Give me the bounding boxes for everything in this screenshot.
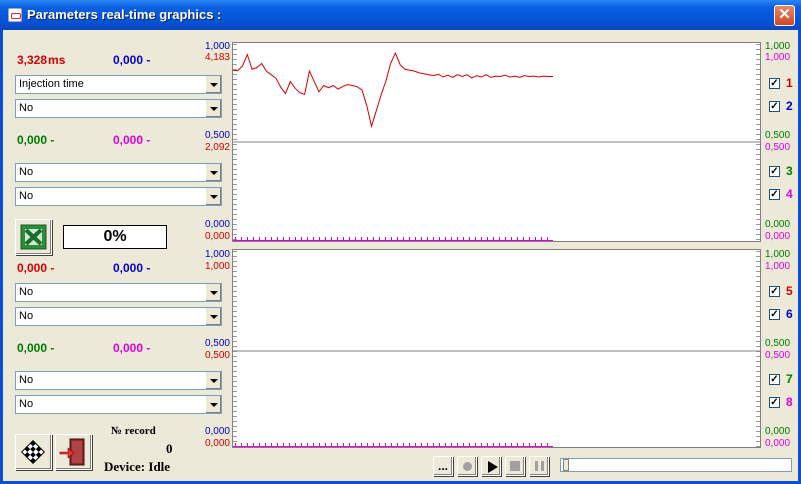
channel-7-number: 7 bbox=[786, 372, 793, 386]
channel-4-select[interactable]: No bbox=[15, 187, 222, 206]
chevron-down-icon[interactable] bbox=[205, 164, 221, 181]
channel-5-select[interactable]: No bbox=[15, 283, 222, 302]
channel-5-number: 5 bbox=[786, 284, 793, 298]
chevron-down-icon[interactable] bbox=[205, 396, 221, 413]
record-label: № record bbox=[111, 425, 156, 437]
series-injection-time-line bbox=[232, 51, 553, 129]
record-value: 0 bbox=[166, 441, 173, 456]
plot2-left-blue-bot: 0,000 bbox=[204, 426, 230, 437]
plot1-right-mag-bot: 0,000 bbox=[765, 231, 791, 242]
stop-icon bbox=[510, 461, 520, 471]
client-area: 3,328ms 0,000 - Injection time No 0,000 … bbox=[3, 30, 798, 481]
chevron-down-icon[interactable] bbox=[205, 308, 221, 325]
timeline-slider[interactable] bbox=[560, 458, 792, 472]
play-icon bbox=[488, 461, 498, 473]
channel-6-checkbox[interactable]: ✓ bbox=[769, 309, 780, 320]
stop-button[interactable] bbox=[505, 456, 525, 476]
excel-export-button[interactable] bbox=[15, 219, 52, 255]
chevron-down-icon[interactable] bbox=[205, 100, 221, 117]
plot1-left-blue-top: 1,000 bbox=[204, 41, 230, 52]
chevron-down-icon[interactable] bbox=[205, 372, 221, 389]
channel-4-number: 4 bbox=[786, 187, 793, 201]
pause-icon bbox=[535, 461, 538, 471]
plot2-left-red-mid: 0,500 bbox=[204, 350, 230, 361]
exit-door-icon bbox=[59, 438, 85, 466]
channel-2-number: 2 bbox=[786, 99, 793, 113]
chevron-down-icon[interactable] bbox=[205, 76, 221, 93]
plot2-right-mag-top: 1,000 bbox=[765, 261, 791, 272]
plot-lower[interactable] bbox=[232, 249, 761, 448]
channel-8-select[interactable]: No bbox=[15, 395, 222, 414]
channel-1-value: 3,328ms bbox=[17, 53, 66, 67]
channel-7-select[interactable]: No bbox=[15, 371, 222, 390]
title-bar[interactable]: Parameters real-time graphics : ✕ bbox=[0, 0, 801, 30]
plot2-left-red-top: 1,000 bbox=[204, 261, 230, 272]
channel-1-checkbox[interactable]: ✓ bbox=[769, 78, 780, 89]
app-icon bbox=[8, 8, 22, 22]
parameters-window: Parameters real-time graphics : ✕ 3,328m… bbox=[0, 0, 801, 484]
channel-4-value: 0,000 - bbox=[113, 133, 151, 147]
record-button[interactable] bbox=[457, 456, 477, 476]
channel-3-value: 0,000 - bbox=[17, 133, 55, 147]
channel-3-number: 3 bbox=[786, 164, 793, 178]
chevron-down-icon[interactable] bbox=[205, 284, 221, 301]
plot2-left-blue-top: 1,000 bbox=[204, 249, 230, 260]
channel-7-value: 0,000 - bbox=[17, 341, 55, 355]
plot2-right-mag-bot: 0,000 bbox=[765, 438, 791, 449]
plot1-left-red-mid: 2,092 bbox=[204, 142, 230, 153]
channel-8-number: 8 bbox=[786, 395, 793, 409]
chevron-down-icon[interactable] bbox=[205, 188, 221, 205]
plot2-right-green-mid: 0,500 bbox=[765, 338, 791, 349]
play-button[interactable] bbox=[481, 456, 501, 476]
plot2-right-mag-mid: 0,500 bbox=[765, 350, 791, 361]
plot2-right-green-top: 1,000 bbox=[765, 249, 791, 260]
plot1-right-mag-mid: 0,500 bbox=[765, 142, 791, 153]
channel-6-number: 6 bbox=[786, 307, 793, 321]
plot1-right-green-mid: 0,500 bbox=[765, 130, 791, 141]
plot1-right-green-top: 1,000 bbox=[765, 41, 791, 52]
channel-5-checkbox[interactable]: ✓ bbox=[769, 286, 780, 297]
channel-8-checkbox[interactable]: ✓ bbox=[769, 397, 780, 408]
channel-2-checkbox[interactable]: ✓ bbox=[769, 101, 780, 112]
channel-6-value: 0,000 - bbox=[113, 261, 151, 275]
channel-1-number: 1 bbox=[786, 76, 793, 90]
plot1-left-red-top: 4,183 bbox=[204, 52, 230, 63]
plot-upper-svg bbox=[232, 44, 760, 241]
slider-thumb[interactable] bbox=[563, 459, 569, 471]
channel-8-value: 0,000 - bbox=[113, 341, 151, 355]
diagnostics-button[interactable] bbox=[15, 434, 52, 470]
window-title: Parameters real-time graphics : bbox=[27, 7, 222, 22]
channel-5-value: 0,000 - bbox=[17, 261, 55, 275]
browse-button[interactable]: ... bbox=[433, 456, 453, 476]
channel-2-value: 0,000 - bbox=[113, 53, 151, 67]
channel-3-checkbox[interactable]: ✓ bbox=[769, 166, 780, 177]
pause-button[interactable] bbox=[529, 456, 549, 476]
plot1-left-blue-bot: 0,000 bbox=[204, 219, 230, 230]
plot1-left-red-bot: 0,000 bbox=[204, 231, 230, 242]
checkered-flag-icon bbox=[20, 439, 46, 465]
excel-icon bbox=[20, 224, 47, 250]
plot2-right-green-bot: 0,000 bbox=[765, 426, 791, 437]
plot-lower-svg bbox=[233, 251, 760, 447]
plot2-left-red-bot: 0,000 bbox=[204, 438, 230, 449]
plot-upper[interactable] bbox=[232, 42, 761, 242]
channel-4-checkbox[interactable]: ✓ bbox=[769, 189, 780, 200]
exit-button[interactable] bbox=[55, 434, 92, 470]
plot1-left-blue-mid: 0,500 bbox=[204, 130, 230, 141]
channel-7-checkbox[interactable]: ✓ bbox=[769, 374, 780, 385]
plot1-right-mag-top: 1,000 bbox=[765, 52, 791, 63]
progress-indicator: 0% bbox=[63, 225, 167, 249]
plot1-right-green-bot: 0,000 bbox=[765, 219, 791, 230]
close-button[interactable]: ✕ bbox=[774, 5, 795, 26]
device-status: Device: Idle bbox=[104, 459, 171, 474]
channel-2-select[interactable]: No bbox=[15, 99, 222, 118]
plot2-left-blue-mid: 0,500 bbox=[204, 338, 230, 349]
record-icon bbox=[463, 462, 472, 471]
channel-6-select[interactable]: No bbox=[15, 307, 222, 326]
channel-3-select[interactable]: No bbox=[15, 163, 222, 182]
channel-1-select[interactable]: Injection time bbox=[15, 75, 222, 94]
